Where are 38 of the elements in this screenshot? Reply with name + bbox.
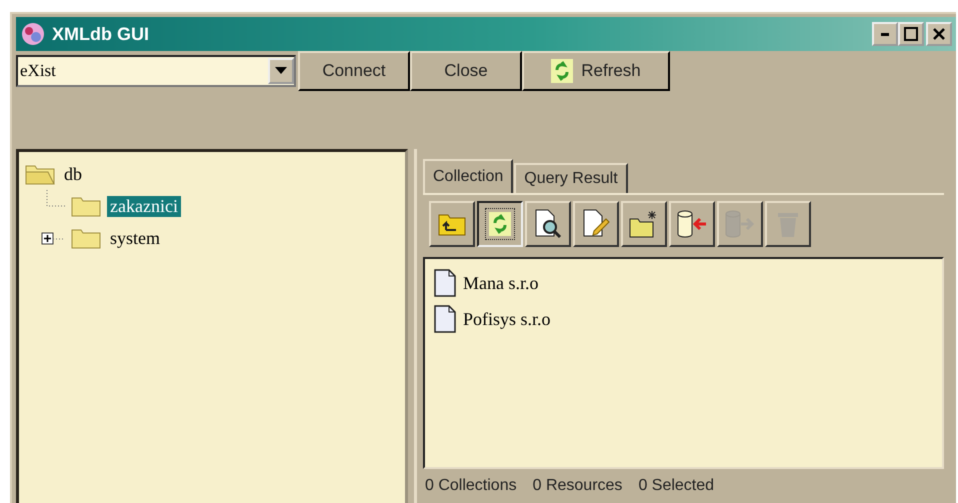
- new-folder-icon: [629, 210, 659, 238]
- tab[interactable]: Collection: [423, 159, 514, 193]
- toolbar-button[interactable]: Close: [410, 51, 522, 91]
- database-arrow-icon: [676, 209, 708, 239]
- refresh-button[interactable]: Refresh: [522, 51, 670, 91]
- minimize-icon: [881, 32, 889, 36]
- window-title: XMLdb GUI: [52, 24, 150, 44]
- app-icon: [20, 21, 46, 47]
- open-folder-icon: [25, 163, 55, 185]
- refresh-icon: [489, 212, 511, 236]
- toolbar-button[interactable]: Connect: [298, 51, 410, 91]
- dropdown-arrow-icon: [275, 67, 287, 75]
- maximize-button[interactable]: [898, 22, 924, 46]
- tree-item[interactable]: zakaznici: [107, 196, 181, 216]
- tree-item[interactable]: db: [61, 164, 85, 184]
- tree-item[interactable]: system: [107, 228, 164, 248]
- tool-button[interactable]: [477, 201, 523, 247]
- folder-up-icon: [438, 212, 466, 236]
- document-icon: [433, 305, 457, 333]
- status-text: 0 Collections: [425, 477, 517, 495]
- document-pencil-icon: [582, 209, 610, 239]
- refresh-icon: [551, 59, 574, 83]
- folder-icon: [71, 227, 101, 249]
- document-icon: [433, 269, 457, 297]
- connection-dropdown[interactable]: eXist: [16, 55, 296, 87]
- minimize-button[interactable]: [872, 22, 898, 46]
- status-text: 0 Selected: [638, 477, 714, 495]
- document-magnifier-icon: [534, 209, 562, 239]
- folder-icon: [71, 195, 101, 217]
- expand-icon[interactable]: [41, 232, 65, 244]
- resource-item[interactable]: Mana s.r.o: [463, 272, 538, 294]
- resource-item[interactable]: Pofisys s.r.o: [463, 308, 551, 330]
- close-icon: [932, 27, 946, 41]
- database-arrow-icon: [724, 209, 756, 239]
- status-text: 0 Resources: [532, 477, 622, 495]
- maximize-icon: [904, 27, 918, 41]
- tab[interactable]: Query Result: [514, 163, 628, 193]
- close-button[interactable]: [926, 22, 952, 46]
